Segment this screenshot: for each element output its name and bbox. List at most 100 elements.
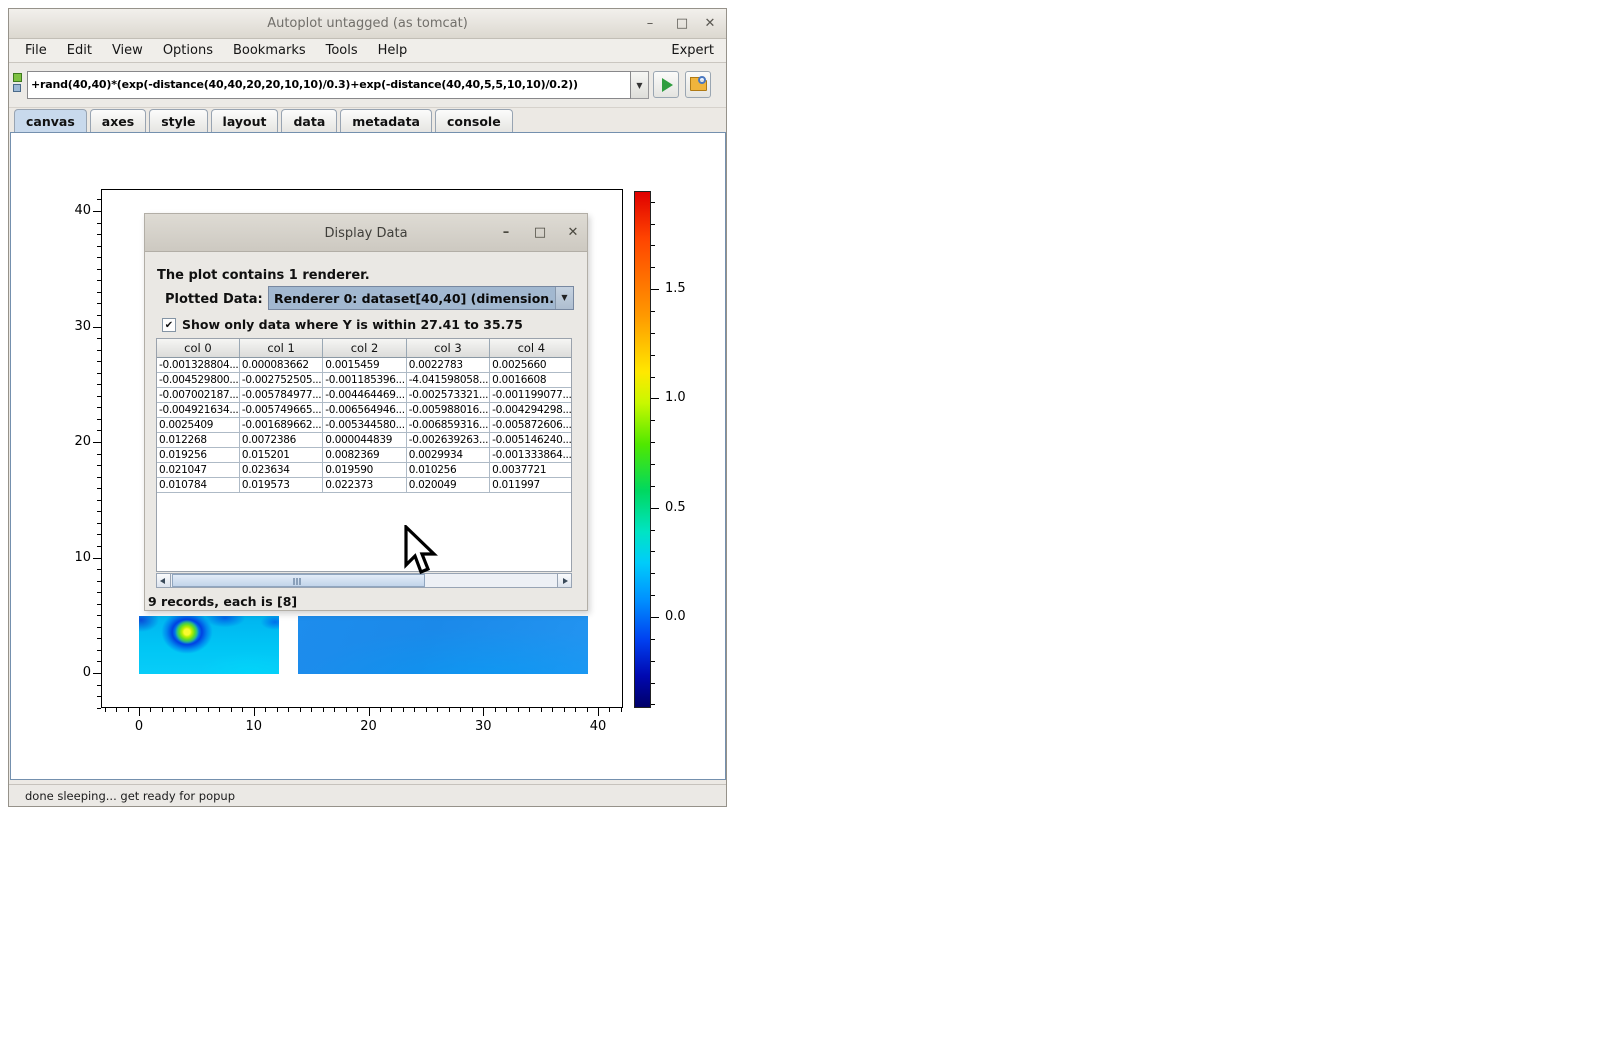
filter-y-checkbox[interactable]: ✔ bbox=[162, 318, 176, 332]
table-cell[interactable]: 0.0015459 bbox=[323, 357, 406, 372]
table-cell[interactable]: 0.0029934 bbox=[406, 447, 489, 462]
table-column-header-3[interactable]: col 3 bbox=[406, 339, 489, 357]
table-cell[interactable]: -0.005784977... bbox=[239, 387, 322, 402]
table-cell[interactable]: 0.019256 bbox=[157, 447, 239, 462]
table-cell[interactable]: -0.004294298... bbox=[490, 402, 572, 417]
table-row[interactable]: 0.0192560.0152010.00823690.0029934-0.001… bbox=[157, 447, 572, 462]
window-titlebar[interactable]: Autoplot untagged (as tomcat) – □ ✕ bbox=[9, 9, 726, 39]
table-cell[interactable]: -0.002752505... bbox=[239, 372, 322, 387]
table-cell[interactable]: -0.001185396... bbox=[323, 372, 406, 387]
table-cell[interactable]: 0.021047 bbox=[157, 462, 239, 477]
table-cell[interactable]: 0.011997 bbox=[490, 477, 572, 492]
table-row[interactable]: -0.004529800...-0.002752505...-0.0011853… bbox=[157, 372, 572, 387]
table-cell[interactable]: -0.001199077... bbox=[490, 387, 572, 402]
menu-file[interactable]: File bbox=[15, 39, 57, 62]
table-cell[interactable]: -0.007002187... bbox=[157, 387, 239, 402]
scroll-right-button[interactable] bbox=[557, 574, 571, 587]
table-row[interactable]: -0.007002187...-0.005784977...-0.0044644… bbox=[157, 387, 572, 402]
table-row[interactable]: 0.0025409-0.001689662...-0.005344580...-… bbox=[157, 417, 572, 432]
uri-address-input[interactable]: +rand(40,40)*(exp(-distance(40,40,20,20,… bbox=[27, 71, 631, 99]
table-cell[interactable]: 0.010256 bbox=[406, 462, 489, 477]
table-cell[interactable]: -0.005344580... bbox=[323, 417, 406, 432]
table-cell[interactable]: -0.002639263... bbox=[406, 432, 489, 447]
table-cell[interactable]: 0.015201 bbox=[239, 447, 322, 462]
table-row[interactable]: 0.0122680.00723860.000044839-0.002639263… bbox=[157, 432, 572, 447]
table-cell[interactable]: -0.005988016... bbox=[406, 402, 489, 417]
table-row[interactable]: 0.0210470.0236340.0195900.0102560.003772… bbox=[157, 462, 572, 477]
table-cell[interactable]: -0.005146240... bbox=[490, 432, 572, 447]
tab-metadata[interactable]: metadata bbox=[340, 109, 432, 132]
menu-tools[interactable]: Tools bbox=[316, 39, 368, 62]
horizontal-scrollbar[interactable] bbox=[156, 573, 572, 588]
tick-mark bbox=[277, 708, 278, 712]
menu-bookmarks[interactable]: Bookmarks bbox=[223, 39, 316, 62]
colorbar[interactable] bbox=[634, 191, 651, 708]
table-cell[interactable]: -0.005872606... bbox=[490, 417, 572, 432]
table-cell[interactable]: 0.019590 bbox=[323, 462, 406, 477]
table-cell[interactable]: -0.006564946... bbox=[323, 402, 406, 417]
data-table-viewport[interactable]: col 0col 1col 2col 3col 4 -0.001328804..… bbox=[156, 338, 572, 572]
go-plot-button[interactable] bbox=[653, 71, 679, 98]
table-cell[interactable]: -0.005749665... bbox=[239, 402, 322, 417]
chevron-down-icon[interactable]: ▼ bbox=[555, 287, 573, 309]
menu-view[interactable]: View bbox=[102, 39, 153, 62]
window-minimize-button[interactable]: – bbox=[640, 14, 660, 34]
table-cell[interactable]: 0.012268 bbox=[157, 432, 239, 447]
table-cell[interactable]: 0.0016608 bbox=[490, 372, 572, 387]
dialog-maximize-button[interactable]: □ bbox=[531, 224, 549, 242]
table-cell[interactable]: 0.000083662 bbox=[239, 357, 322, 372]
table-cell[interactable]: -0.004464469... bbox=[323, 387, 406, 402]
expert-mode-label[interactable]: Expert bbox=[671, 43, 714, 58]
table-cell[interactable]: -0.004529800... bbox=[157, 372, 239, 387]
table-column-header-2[interactable]: col 2 bbox=[323, 339, 406, 357]
window-maximize-button[interactable]: □ bbox=[672, 14, 692, 34]
table-cell[interactable]: 0.0072386 bbox=[239, 432, 322, 447]
table-cell[interactable]: 0.022373 bbox=[323, 477, 406, 492]
scrollbar-thumb[interactable] bbox=[172, 574, 425, 587]
table-cell[interactable]: -0.006859316... bbox=[406, 417, 489, 432]
table-column-header-0[interactable]: col 0 bbox=[157, 339, 239, 357]
table-cell[interactable]: 0.0025409 bbox=[157, 417, 239, 432]
table-cell[interactable]: 0.0022783 bbox=[406, 357, 489, 372]
tab-data[interactable]: data bbox=[281, 109, 337, 132]
table-row[interactable]: -0.001328804...0.0000836620.00154590.002… bbox=[157, 357, 572, 372]
table-cell[interactable]: 0.019573 bbox=[239, 477, 322, 492]
datasource-type-icon[interactable] bbox=[13, 71, 27, 97]
uri-dropdown-button[interactable]: ▼ bbox=[631, 71, 649, 99]
menu-help[interactable]: Help bbox=[368, 39, 418, 62]
dialog-titlebar[interactable]: Display Data – □ ✕ bbox=[145, 214, 587, 252]
table-cell[interactable]: 0.0082369 bbox=[323, 447, 406, 462]
menu-edit[interactable]: Edit bbox=[57, 39, 102, 62]
table-cell[interactable]: -0.001328804... bbox=[157, 357, 239, 372]
inspect-uri-button[interactable] bbox=[685, 71, 711, 98]
x-tick-label: 0 bbox=[122, 719, 156, 734]
scroll-left-button[interactable] bbox=[157, 574, 171, 587]
window-close-button[interactable]: ✕ bbox=[700, 14, 720, 34]
table-cell[interactable]: 0.0025660 bbox=[490, 357, 572, 372]
table-cell[interactable]: -0.002573321... bbox=[406, 387, 489, 402]
tab-console[interactable]: console bbox=[435, 109, 513, 132]
plotted-data-select[interactable]: Renderer 0: dataset[40,40] (dimension...… bbox=[268, 286, 574, 310]
plot-canvas[interactable]: 0102030400102030401.51.00.50.0 Display D… bbox=[10, 132, 726, 780]
tab-axes[interactable]: axes bbox=[90, 109, 146, 132]
table-cell[interactable]: 0.0037721 bbox=[490, 462, 572, 477]
tab-layout[interactable]: layout bbox=[211, 109, 279, 132]
table-cell[interactable]: -0.001689662... bbox=[239, 417, 322, 432]
dialog-close-button[interactable]: ✕ bbox=[564, 224, 582, 242]
tick-mark bbox=[97, 627, 101, 628]
table-cell[interactable]: 0.023634 bbox=[239, 462, 322, 477]
tab-canvas[interactable]: canvas bbox=[14, 109, 87, 132]
table-cell[interactable]: 0.020049 bbox=[406, 477, 489, 492]
table-cell[interactable]: -4.041598058... bbox=[406, 372, 489, 387]
table-cell[interactable]: -0.004921634... bbox=[157, 402, 239, 417]
table-column-header-1[interactable]: col 1 bbox=[239, 339, 322, 357]
table-column-header-4[interactable]: col 4 bbox=[490, 339, 572, 357]
dialog-minimize-button[interactable]: – bbox=[497, 224, 515, 242]
table-cell[interactable]: 0.010784 bbox=[157, 477, 239, 492]
table-cell[interactable]: -0.001333864... bbox=[490, 447, 572, 462]
tab-style[interactable]: style bbox=[149, 109, 207, 132]
menu-options[interactable]: Options bbox=[153, 39, 223, 62]
table-row[interactable]: 0.0107840.0195730.0223730.0200490.011997… bbox=[157, 477, 572, 492]
table-row[interactable]: -0.004921634...-0.005749665...-0.0065649… bbox=[157, 402, 572, 417]
table-cell[interactable]: 0.000044839 bbox=[323, 432, 406, 447]
